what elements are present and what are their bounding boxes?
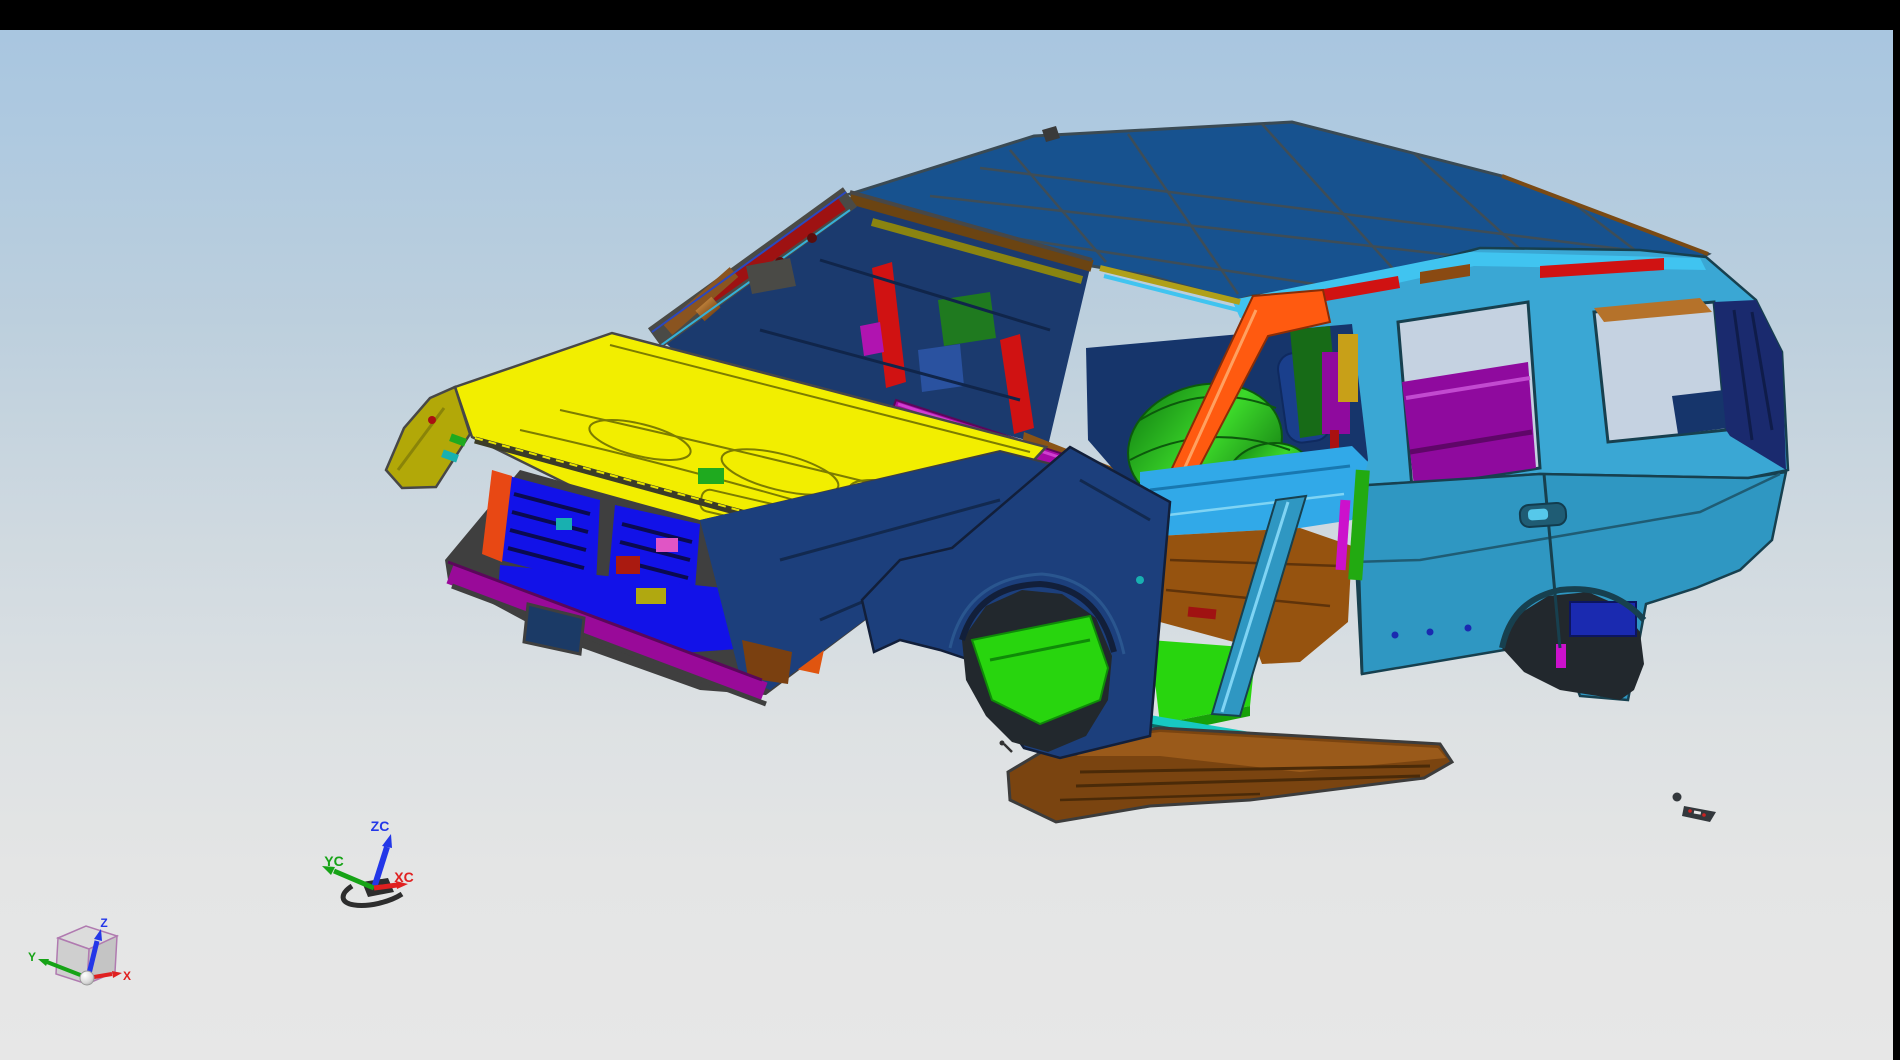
- sill-pin-head: [1000, 741, 1005, 746]
- corner-origin-sphere: [80, 971, 94, 985]
- quarter-window: [1594, 298, 1728, 442]
- fender-tip: [386, 387, 470, 488]
- top-black-bar: [0, 0, 1900, 30]
- wcs-z-arrowhead: [382, 834, 392, 848]
- wcs-y-label: YC: [324, 853, 343, 869]
- rear-wheel-arch: [1502, 589, 1644, 700]
- red-bit: [616, 556, 640, 574]
- viewport-3d[interactable]: ZC YC XC Z Y X: [0, 0, 1900, 1060]
- right-black-bar: [1893, 0, 1900, 1060]
- corner-x-arrowhead: [112, 971, 122, 978]
- car-model: [386, 122, 1788, 822]
- small-part-red-dot: [1702, 813, 1706, 817]
- wcs-y-axis[interactable]: [334, 871, 374, 888]
- floating-parts: [1673, 793, 1717, 823]
- olive-bit: [636, 588, 666, 604]
- cad-application-window: ZC YC XC Z Y X: [0, 0, 1900, 1060]
- rear-door-window: [1398, 302, 1540, 488]
- corner-y-label: Y: [28, 950, 36, 964]
- fender-hole: [1136, 576, 1144, 584]
- teal-bit: [556, 518, 572, 530]
- wcs-x-axis[interactable]: [374, 885, 397, 888]
- door-dot: [1392, 632, 1399, 639]
- small-part-dot: [1673, 793, 1682, 802]
- pink-bit: [656, 538, 678, 552]
- corner-view-triad[interactable]: Z Y X: [28, 916, 131, 985]
- green-bit: [698, 468, 724, 484]
- corner-y-arrowhead: [38, 959, 49, 966]
- fender-tip-red-dot: [428, 416, 436, 424]
- corner-z-label: Z: [100, 916, 107, 930]
- sill-pin: [1004, 744, 1012, 752]
- door-handle: [1519, 502, 1566, 527]
- wcs-triad[interactable]: ZC YC XC: [322, 818, 414, 905]
- corner-x-label: X: [123, 969, 131, 983]
- wcs-x-label: XC: [394, 869, 413, 885]
- door-dot: [1427, 629, 1434, 636]
- door-dot: [1465, 625, 1472, 632]
- small-part-red-dot: [1688, 809, 1692, 813]
- wcs-z-label: ZC: [371, 818, 390, 834]
